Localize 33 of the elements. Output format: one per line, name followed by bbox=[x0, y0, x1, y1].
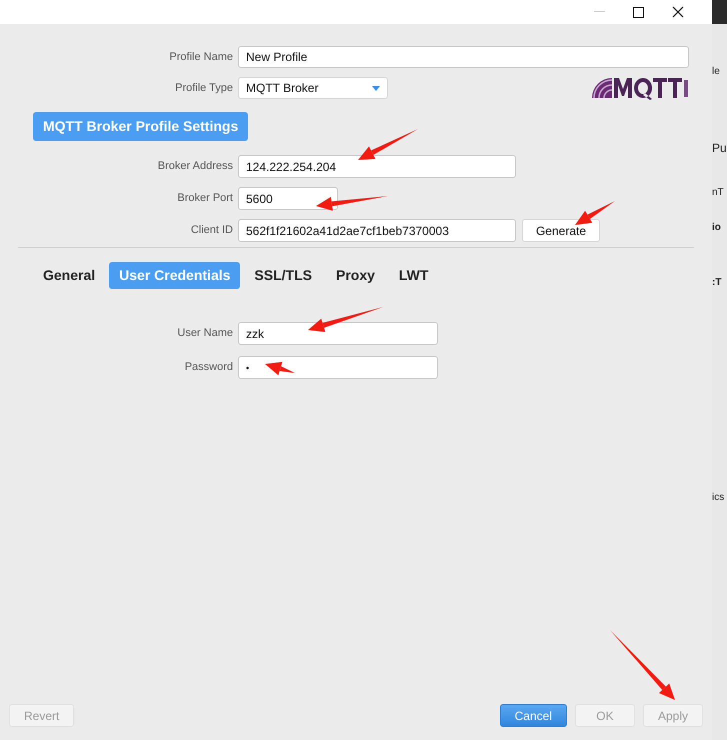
field-label: Broker Address bbox=[156, 159, 234, 174]
caret-icon bbox=[372, 86, 380, 90]
field-label: Password bbox=[184, 360, 234, 376]
annotation-arrow bbox=[265, 362, 295, 376]
field-label: Client ID bbox=[190, 223, 234, 238]
annotation-arrow bbox=[358, 129, 418, 160]
field-label: Profile Type bbox=[174, 80, 234, 96]
window-text: le bbox=[712, 65, 721, 79]
text-field[interactable]: 562f1f21602a41d2ae7cf1beb7370003 bbox=[238, 219, 516, 242]
window-text: :T bbox=[712, 276, 722, 290]
window-text: io bbox=[712, 221, 722, 235]
annotation-arrow bbox=[575, 201, 615, 225]
window-text: nT bbox=[712, 186, 725, 200]
generate-button[interactable]: Generate bbox=[522, 219, 600, 242]
tab[interactable]: LWT bbox=[388, 262, 438, 289]
field-label: Broker Port bbox=[176, 191, 234, 206]
profile-name-field[interactable]: New Profile bbox=[238, 46, 689, 68]
window-text: ics bbox=[712, 491, 726, 505]
password-field[interactable]: • bbox=[238, 356, 438, 379]
text-field[interactable]: 124.222.254.204 bbox=[238, 155, 516, 178]
tab[interactable]: Proxy bbox=[326, 262, 385, 289]
window-text: Pu bbox=[712, 140, 727, 157]
tab[interactable]: General bbox=[33, 262, 106, 289]
section-header: MQTT Broker Profile Settings bbox=[33, 112, 248, 141]
text-field[interactable]: 5600 bbox=[238, 187, 338, 210]
field-label: User Name bbox=[176, 326, 234, 342]
annotation-arrow bbox=[316, 196, 388, 211]
profile-type-dropdown[interactable]: MQTT Broker bbox=[238, 77, 388, 99]
maximize-icon[interactable] bbox=[633, 6, 644, 18]
username-field[interactable]: zzk bbox=[238, 322, 438, 345]
field-label: Profile Name bbox=[168, 50, 234, 65]
tab[interactable]: SSL/TLS bbox=[244, 262, 322, 289]
close-icon[interactable] bbox=[672, 6, 684, 18]
